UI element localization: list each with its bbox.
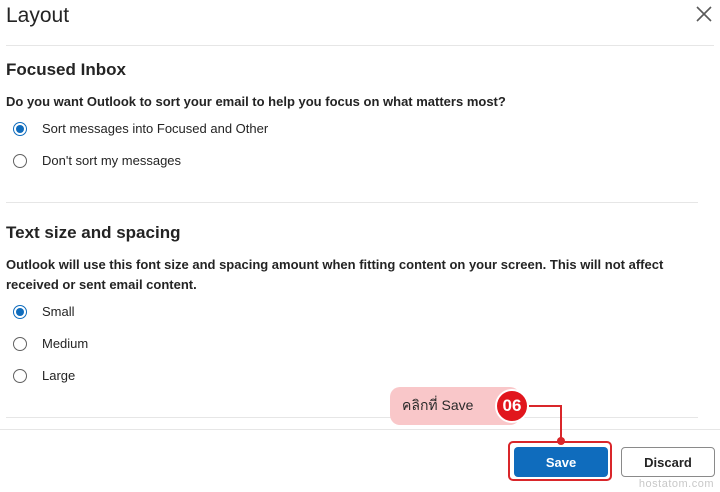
focused-inbox-question: Do you want Outlook to sort your email t… bbox=[6, 94, 506, 109]
radio-size-small[interactable]: Small bbox=[13, 304, 75, 319]
radio-label: Medium bbox=[42, 336, 89, 351]
radio-size-medium[interactable]: Medium bbox=[13, 336, 88, 351]
radio-label: Don't sort my messages bbox=[42, 153, 182, 168]
text-size-description: Outlook will use this font size and spac… bbox=[6, 257, 664, 292]
radio-button-checked[interactable] bbox=[13, 121, 27, 136]
radio-dont-sort[interactable]: Don't sort my messages bbox=[13, 153, 181, 168]
dialog-title: Layout bbox=[6, 4, 70, 27]
step-badge: 06 bbox=[495, 389, 529, 423]
save-button-highlight bbox=[508, 441, 612, 481]
section-divider bbox=[6, 202, 698, 203]
radio-sort-focused[interactable]: Sort messages into Focused and Other bbox=[13, 121, 268, 136]
annotation-connector bbox=[560, 405, 562, 439]
radio-button-checked[interactable] bbox=[13, 304, 27, 319]
radio-button[interactable] bbox=[13, 153, 27, 168]
footer-divider bbox=[0, 429, 720, 430]
watermark: hostatom.com bbox=[638, 478, 714, 490]
close-icon bbox=[696, 6, 712, 22]
section-divider-bottom bbox=[6, 417, 698, 418]
radio-label: Large bbox=[42, 368, 76, 383]
radio-size-large[interactable]: Large bbox=[13, 368, 75, 383]
text-size-heading: Text size and spacing bbox=[6, 223, 181, 242]
discard-button[interactable]: Discard bbox=[621, 447, 715, 477]
annotation-connector bbox=[529, 405, 562, 407]
radio-label: Sort messages into Focused and Other bbox=[42, 121, 269, 136]
radio-label: Small bbox=[42, 304, 75, 319]
radio-button[interactable] bbox=[13, 336, 27, 351]
radio-button[interactable] bbox=[13, 368, 27, 383]
header-divider bbox=[6, 45, 714, 46]
focused-inbox-heading: Focused Inbox bbox=[6, 60, 126, 79]
close-button[interactable] bbox=[694, 4, 714, 24]
